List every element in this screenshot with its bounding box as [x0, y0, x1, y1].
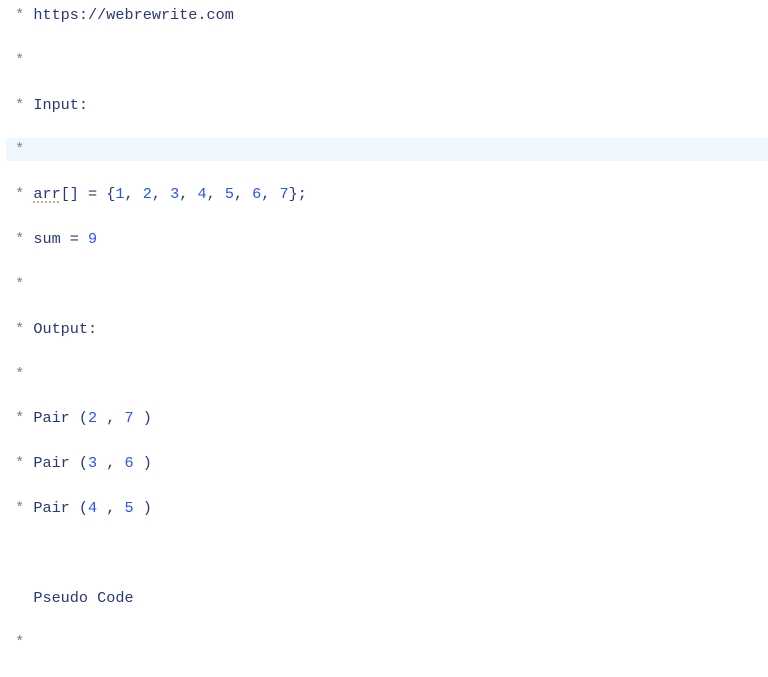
code-token: *	[6, 275, 24, 293]
code-token: 9	[88, 230, 97, 248]
code-token: Pair (	[33, 454, 88, 472]
code-token: 3	[88, 454, 106, 472]
code-token: *	[6, 185, 33, 203]
code-token: 5	[125, 499, 143, 517]
code-token: 4	[197, 185, 206, 203]
code-token: ,	[207, 185, 225, 203]
code-token: *	[6, 96, 33, 114]
code-line: Pseudo Code	[6, 587, 768, 609]
code-token: Pair (	[33, 409, 88, 427]
code-token: *	[6, 633, 24, 651]
code-line: * Pair (2 , 7 )	[6, 407, 768, 429]
code-token: ,	[106, 409, 124, 427]
code-token: ,	[125, 185, 143, 203]
code-token: 7	[280, 185, 289, 203]
code-token: 6	[252, 185, 261, 203]
code-token: *	[6, 6, 33, 24]
code-token: *	[6, 320, 33, 338]
code-line: * Pair (4 , 5 )	[6, 497, 768, 519]
code-line: * Pair (3 , 6 )	[6, 452, 768, 474]
code-token	[6, 544, 15, 562]
code-token: Pseudo Code	[6, 589, 134, 607]
code-token: 6	[125, 454, 143, 472]
code-block: * https://webrewrite.com * * Input: * * …	[0, 0, 768, 677]
code-token: ,	[106, 454, 124, 472]
code-token: )	[143, 409, 152, 427]
code-token: };	[289, 185, 307, 203]
code-token: 4	[88, 499, 106, 517]
code-line	[6, 542, 768, 564]
code-line: *	[6, 631, 768, 653]
code-line: * Input:	[6, 94, 768, 116]
code-line: *	[6, 363, 768, 385]
code-line: * arr[] = {1, 2, 3, 4, 5, 6, 7};	[6, 183, 768, 205]
code-token: arr	[33, 185, 60, 203]
code-line: *	[6, 138, 768, 160]
code-token: https://webrewrite.com	[33, 6, 234, 24]
code-token: *	[6, 230, 33, 248]
code-line: * Output:	[6, 318, 768, 340]
code-token: [] = {	[61, 185, 116, 203]
code-token: 2	[143, 185, 152, 203]
code-token: 3	[170, 185, 179, 203]
code-token: Pair (	[33, 499, 88, 517]
code-token: 7	[125, 409, 143, 427]
code-token: 5	[225, 185, 234, 203]
code-token: )	[143, 454, 152, 472]
code-token: *	[6, 409, 33, 427]
code-line: * https://webrewrite.com	[6, 4, 768, 26]
code-token: 1	[115, 185, 124, 203]
code-line: *	[6, 273, 768, 295]
code-token: *	[6, 454, 33, 472]
code-token: *	[6, 499, 33, 517]
code-token: 2	[88, 409, 106, 427]
code-token: ,	[234, 185, 252, 203]
code-token: *	[6, 140, 24, 158]
code-token: Input:	[33, 96, 88, 114]
code-token: *	[6, 51, 24, 69]
code-token: ,	[179, 185, 197, 203]
code-line: *	[6, 49, 768, 71]
code-token: sum =	[33, 230, 88, 248]
code-line: * sum = 9	[6, 228, 768, 250]
code-token: Output:	[33, 320, 97, 338]
code-token: ,	[106, 499, 124, 517]
code-token: ,	[261, 185, 279, 203]
code-token: ,	[152, 185, 170, 203]
code-token: *	[6, 365, 24, 383]
code-token: )	[143, 499, 152, 517]
